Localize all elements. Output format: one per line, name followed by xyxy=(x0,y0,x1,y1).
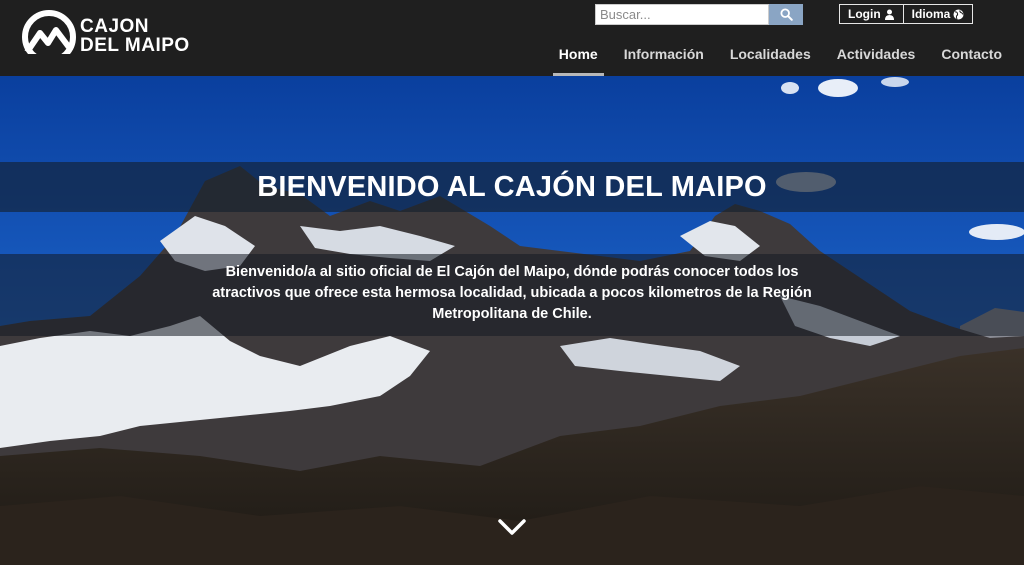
brand-line1: CAJON xyxy=(80,16,150,37)
hero-title-band: BIENVENIDO AL CAJÓN DEL MAIPO xyxy=(0,162,1024,212)
main-nav: Home Información Localidades Actividades… xyxy=(533,44,1002,76)
nav-item-actividades[interactable]: Actividades xyxy=(837,44,916,76)
brand-logo[interactable]: CAJON DEL MAIPO xyxy=(22,8,190,64)
search-button[interactable] xyxy=(769,4,803,25)
nav-item-contacto[interactable]: Contacto xyxy=(941,44,1002,76)
language-button[interactable]: Idioma xyxy=(902,5,973,23)
search-bar xyxy=(595,4,803,25)
search-icon xyxy=(779,8,793,21)
globe-icon xyxy=(953,9,964,19)
nav-item-home[interactable]: Home xyxy=(552,44,604,76)
mountain-logo-icon xyxy=(22,10,76,64)
login-button[interactable]: Login xyxy=(840,5,903,23)
brand-line2: DEL MAIPO xyxy=(80,35,190,56)
language-label: Idioma xyxy=(911,7,951,21)
chevron-down-icon[interactable] xyxy=(497,516,527,538)
hero-description: Bienvenido/a al sitio oficial de El Cajó… xyxy=(212,264,812,322)
account-links: Login Idioma xyxy=(839,4,974,24)
hero-title: BIENVENIDO AL CAJÓN DEL MAIPO xyxy=(257,170,767,203)
site-header: CAJON DEL MAIPO Login Idioma xyxy=(0,0,1024,76)
login-label: Login xyxy=(848,7,881,21)
hero-section: BIENVENIDO AL CAJÓN DEL MAIPO Bienvenido… xyxy=(0,76,1024,565)
brand-name: CAJON DEL MAIPO xyxy=(80,17,190,55)
search-input[interactable] xyxy=(595,4,769,25)
nav-item-informacion[interactable]: Información xyxy=(624,44,704,76)
nav-item-localidades[interactable]: Localidades xyxy=(730,44,811,76)
user-icon xyxy=(884,9,894,20)
